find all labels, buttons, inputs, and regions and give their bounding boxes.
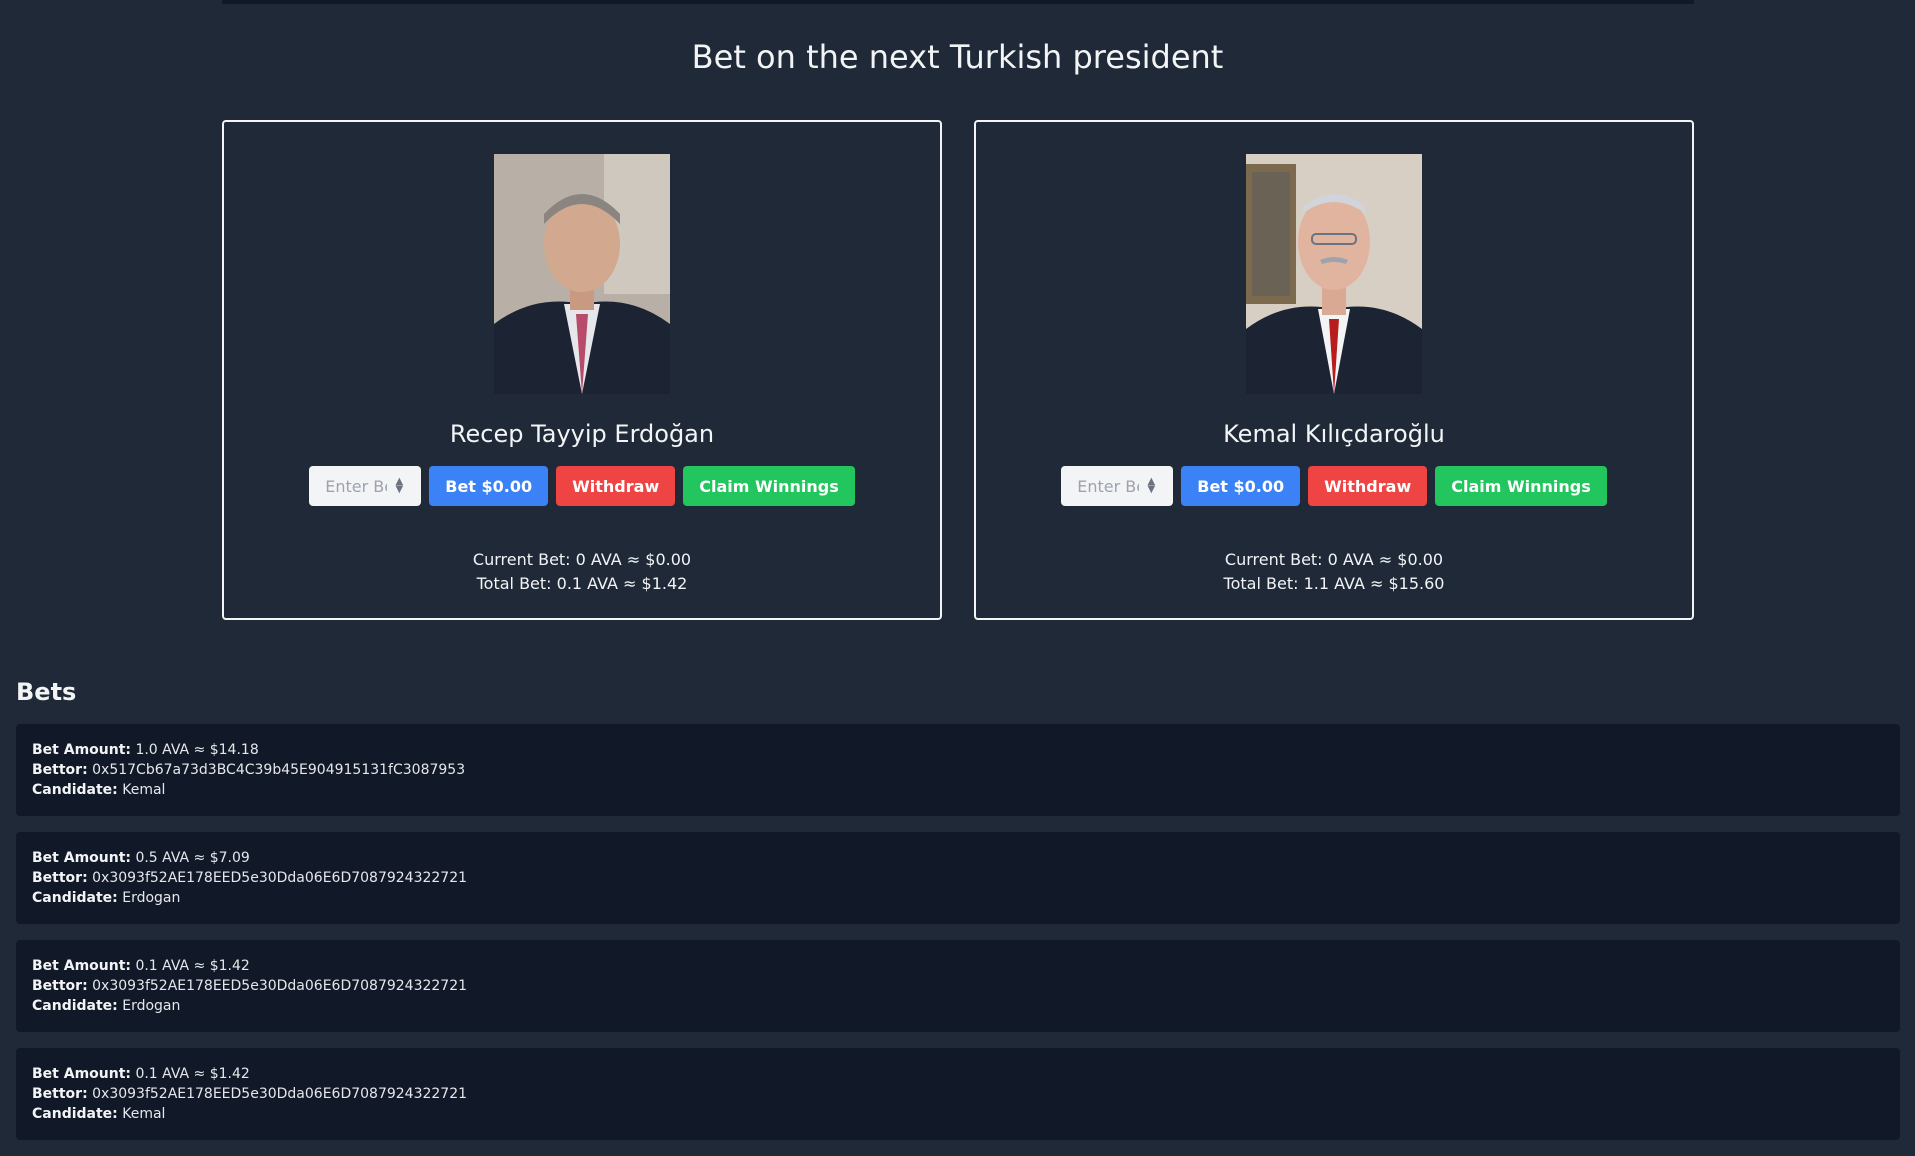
candidate-value: Kemal — [122, 782, 166, 798]
page-title: Bet on the next Turkish president — [691, 38, 1224, 76]
candidate-label: Candidate: — [32, 890, 118, 906]
candidate-value: Erdogan — [122, 998, 181, 1014]
claim-winnings-button[interactable]: Claim Winnings — [1435, 466, 1607, 506]
bets-heading: Bets — [16, 678, 77, 706]
bet-amount-input[interactable]: Enter Bet ▲▼ — [309, 466, 422, 506]
bet-button[interactable]: Bet $0.00 — [1181, 466, 1301, 506]
bettor-label: Bettor: — [32, 1086, 88, 1102]
candidate-label: Candidate: — [32, 1106, 118, 1122]
candidate-card-erdogan: Recep Tayyip Erdoğan Enter Bet ▲▼ Bet $0… — [222, 120, 942, 620]
bet-button[interactable]: Bet $0.00 — [429, 466, 549, 506]
candidate-photo-kemal — [1246, 154, 1422, 394]
bet-list-item: Bet Amount: 0.1 AVA ≈ $1.42 Bettor: 0x30… — [16, 1048, 1900, 1140]
bet-amount-label: Bet Amount: — [32, 1066, 131, 1082]
claim-winnings-button[interactable]: Claim Winnings — [683, 466, 855, 506]
bet-list-item: Bet Amount: 0.1 AVA ≈ $1.42 Bettor: 0x30… — [16, 940, 1900, 1032]
bet-controls: Enter Bet ▲▼ Bet $0.00 Withdraw Claim Wi… — [224, 466, 940, 506]
bettor-label: Bettor: — [32, 870, 88, 886]
bet-list-item: Bet Amount: 1.0 AVA ≈ $14.18 Bettor: 0x5… — [16, 724, 1900, 816]
bet-list-item: Bet Amount: 0.5 AVA ≈ $7.09 Bettor: 0x30… — [16, 832, 1900, 924]
number-spinner-icon[interactable]: ▲ ▼ — [1148, 477, 1156, 495]
withdraw-button[interactable]: Withdraw — [556, 466, 676, 506]
withdraw-button[interactable]: Withdraw — [1308, 466, 1428, 506]
bet-amount-value: 1.0 AVA ≈ $14.18 — [135, 742, 259, 758]
bet-input-placeholder: Enter Bet — [325, 476, 387, 496]
candidate-value: Erdogan — [122, 890, 181, 906]
bet-stats: Current Bet: 0 AVA ≈ $0.00 Total Bet: 0.… — [224, 548, 940, 596]
total-bet: Total Bet: 0.1 AVA ≈ $1.42 — [476, 574, 688, 593]
current-bet: Current Bet: 0 AVA ≈ $0.00 — [1224, 550, 1444, 569]
bettor-address: 0x3093f52AE178EED5e30Dda06E6D70879243227… — [92, 1086, 468, 1102]
candidate-label: Candidate: — [32, 782, 118, 798]
bet-amount-label: Bet Amount: — [32, 958, 131, 974]
candidate-photo-erdogan — [494, 154, 670, 394]
candidate-value: Kemal — [122, 1106, 166, 1122]
bet-amount-value: 0.1 AVA ≈ $1.42 — [135, 958, 250, 974]
bet-controls: Enter Bet ▲▼ Bet $0.00 Withdraw Claim Wi… — [976, 466, 1692, 506]
bet-amount-label: Bet Amount: — [32, 850, 131, 866]
bet-amount-value: 0.1 AVA ≈ $1.42 — [135, 1066, 250, 1082]
candidate-card-kemal: Kemal Kılıçdaroğlu Enter Bet ▲▼ Bet $0.0… — [974, 120, 1694, 620]
candidate-name: Kemal Kılıçdaroğlu — [1223, 420, 1445, 448]
bet-stats: Current Bet: 0 AVA ≈ $0.00 Total Bet: 1.… — [976, 548, 1692, 596]
candidate-label: Candidate: — [32, 998, 118, 1014]
bet-list: Bet Amount: 1.0 AVA ≈ $14.18 Bettor: 0x5… — [16, 724, 1900, 1156]
bet-amount-input[interactable]: Enter Bet ▲▼ — [1061, 466, 1174, 506]
bet-amount-label: Bet Amount: — [32, 742, 131, 758]
bet-amount-value: 0.5 AVA ≈ $7.09 — [135, 850, 250, 866]
bettor-label: Bettor: — [32, 762, 88, 778]
current-bet: Current Bet: 0 AVA ≈ $0.00 — [472, 550, 692, 569]
bet-input-placeholder: Enter Bet — [1077, 476, 1139, 496]
bettor-address: 0x3093f52AE178EED5e30Dda06E6D70879243227… — [92, 870, 468, 886]
bettor-label: Bettor: — [32, 978, 88, 994]
number-spinner-icon[interactable]: ▲ ▼ — [396, 477, 404, 495]
bettor-address: 0x517Cb67a73d3BC4C39b45E904915131fC30879… — [92, 762, 466, 778]
candidate-name: Recep Tayyip Erdoğan — [449, 420, 715, 448]
bettor-address: 0x3093f52AE178EED5e30Dda06E6D70879243227… — [92, 978, 468, 994]
total-bet: Total Bet: 1.1 AVA ≈ $15.60 — [1223, 574, 1445, 593]
top-divider — [222, 0, 1694, 4]
